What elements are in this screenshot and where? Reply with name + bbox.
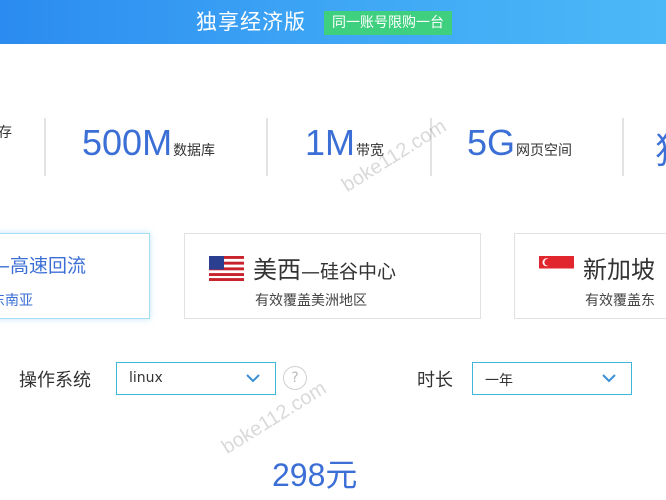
limit-badge: 同一账号限购一台 xyxy=(324,11,452,35)
region-card-singapore[interactable]: 新加坡 有效覆盖东 xyxy=(514,233,666,319)
region-coverage: 有效覆盖东 xyxy=(585,293,655,309)
price-value: 298元 xyxy=(272,457,358,493)
stat-webspace: 5G网页空间 xyxy=(467,122,572,164)
region-card-southeast-asia[interactable]: —高速回流 东南亚 xyxy=(0,233,150,319)
stat-webspace-value: 5G xyxy=(467,122,516,163)
region-coverage: 有效覆盖美洲地区 xyxy=(255,293,367,309)
us-flag-icon xyxy=(209,256,244,281)
region-sub: —高速回流 xyxy=(0,255,87,277)
duration-select[interactable]: 一年 xyxy=(472,362,632,395)
stat-storage-unit: 存 xyxy=(0,125,12,141)
region-card-us-west[interactable]: 美西—硅谷中心 有效覆盖美洲地区 xyxy=(184,233,481,319)
region-name: 美西—硅谷中心 xyxy=(253,250,396,285)
stat-database-unit: 数据库 xyxy=(173,143,216,159)
os-select-value: linux xyxy=(129,370,163,386)
stat-exclusive: 独 xyxy=(655,122,666,174)
chevron-down-icon xyxy=(602,374,616,383)
spec-stats: 存 500M数据库 1M带宽 5G网页空间 独 xyxy=(0,110,666,180)
stat-bandwidth-value: 1M xyxy=(305,122,356,163)
region-coverage: 东南亚 xyxy=(0,293,33,309)
stat-webspace-unit: 网页空间 xyxy=(516,143,573,159)
singapore-flag-icon xyxy=(539,256,574,281)
duration-select-value: 一年 xyxy=(485,373,513,389)
stat-divider xyxy=(44,118,46,176)
os-label: 操作系统 xyxy=(19,370,91,391)
banner-title: 独享经济版 xyxy=(196,10,306,34)
stat-exclusive-value: 独 xyxy=(655,130,666,171)
chevron-down-icon xyxy=(246,374,260,383)
region-name: 新加坡 xyxy=(583,250,655,285)
stat-divider xyxy=(266,118,268,176)
region-name-text: 新加坡 xyxy=(583,256,655,284)
stat-storage: 存 xyxy=(0,122,12,142)
region-name: —高速回流 xyxy=(0,250,86,278)
top-banner: 独享经济版 同一账号限购一台 xyxy=(0,0,666,44)
stat-database: 500M数据库 xyxy=(82,122,215,164)
stat-database-value: 500M xyxy=(82,122,173,163)
region-name-text: 美西 xyxy=(253,256,301,284)
duration-label: 时长 xyxy=(417,370,453,391)
os-select[interactable]: linux xyxy=(116,362,276,395)
region-sub: —硅谷中心 xyxy=(301,261,397,283)
stat-divider xyxy=(622,118,624,176)
